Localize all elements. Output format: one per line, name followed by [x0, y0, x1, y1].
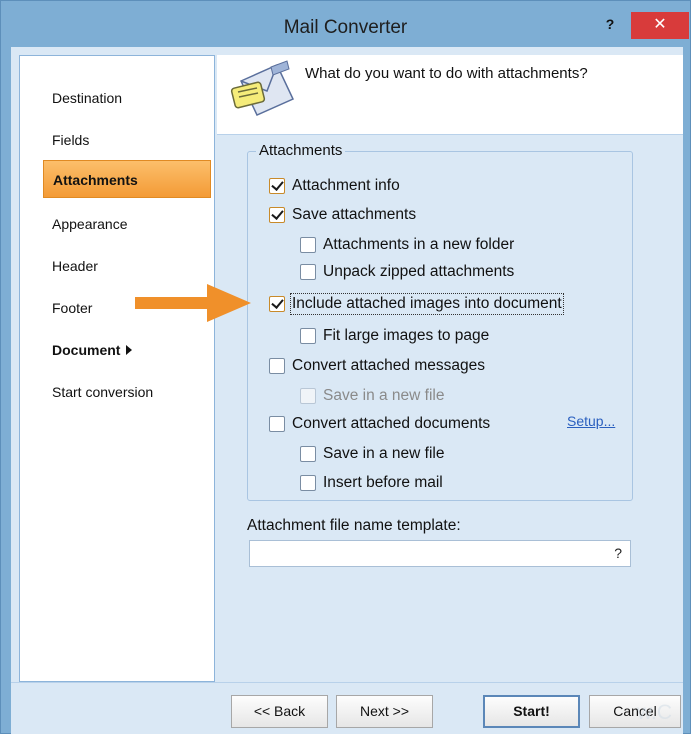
checkbox-label[interactable]: Attachments in a new folder: [323, 236, 514, 254]
sidebar: Destination Fields Attachments Appearanc…: [19, 55, 215, 682]
sidebar-item-label: Document: [52, 342, 121, 358]
checkbox-box: [300, 388, 316, 404]
checkbox-box[interactable]: [300, 237, 316, 253]
help-button[interactable]: ?: [597, 14, 623, 36]
page-header: What do you want to do with attachments?: [217, 55, 683, 135]
next-button[interactable]: Next >>: [336, 695, 433, 728]
checkbox-box[interactable]: [269, 358, 285, 374]
sidebar-item-label: Attachments: [53, 172, 138, 188]
insert-before-mail-checkbox[interactable]: Insert before mail: [300, 474, 443, 492]
checkbox-label[interactable]: Insert before mail: [323, 474, 443, 492]
checkbox-box[interactable]: [300, 264, 316, 280]
sidebar-item-document[interactable]: Document: [52, 342, 133, 358]
messages-save-new-file-checkbox: Save in a new file: [300, 387, 445, 405]
checkbox-label[interactable]: Convert attached documents: [292, 415, 490, 433]
checkbox-box[interactable]: [269, 416, 285, 432]
checkbox-label: Save in a new file: [323, 387, 445, 404]
checkbox-label[interactable]: Unpack zipped attachments: [323, 263, 514, 281]
checkbox-label[interactable]: Save in a new file: [323, 445, 445, 463]
save-attachments-checkbox[interactable]: Save attachments: [269, 206, 416, 224]
documents-save-new-file-checkbox[interactable]: Save in a new file: [300, 445, 445, 463]
sidebar-item-footer[interactable]: Footer: [52, 300, 92, 316]
checkbox-label[interactable]: Fit large images to page: [323, 327, 489, 345]
checkbox-box[interactable]: [300, 475, 316, 491]
unpack-zipped-checkbox[interactable]: Unpack zipped attachments: [300, 263, 514, 281]
template-input[interactable]: ?: [249, 540, 631, 567]
envelope-with-note-icon: [230, 60, 295, 116]
mail-converter-window: Mail Converter ? ✕ Destination Fields At…: [0, 0, 691, 734]
checkbox-label[interactable]: Save attachments: [292, 206, 416, 224]
checkbox-label[interactable]: Convert attached messages: [292, 357, 485, 375]
setup-link[interactable]: Setup...: [567, 413, 615, 429]
sidebar-item-fields[interactable]: Fields: [52, 132, 89, 148]
title-bar[interactable]: Mail Converter ? ✕: [1, 1, 690, 47]
sidebar-item-appearance[interactable]: Appearance: [52, 216, 128, 232]
attachments-new-folder-checkbox[interactable]: Attachments in a new folder: [300, 236, 514, 254]
close-button[interactable]: ✕: [631, 12, 689, 39]
checkbox-box[interactable]: [269, 296, 285, 312]
button-bar: << Back Next >> Start! Cancel: [11, 682, 683, 734]
attachment-info-checkbox[interactable]: Attachment info: [269, 177, 400, 195]
template-label: Attachment file name template:: [247, 517, 461, 534]
sidebar-item-destination[interactable]: Destination: [52, 90, 122, 106]
main-panel: What do you want to do with attachments?…: [217, 55, 683, 682]
checkbox-box[interactable]: [269, 178, 285, 194]
sidebar-item-start-conversion[interactable]: Start conversion: [52, 384, 153, 400]
include-images-checkbox[interactable]: Include attached images into document: [269, 293, 564, 315]
watermark: w.C: [637, 701, 673, 724]
convert-messages-checkbox[interactable]: Convert attached messages: [269, 357, 485, 375]
start-button[interactable]: Start!: [483, 695, 580, 728]
chevron-right-icon: [126, 345, 133, 355]
checkbox-label[interactable]: Include attached images into document: [290, 293, 564, 315]
sidebar-item-attachments[interactable]: Attachments: [43, 160, 211, 198]
orange-arrow-annotation: [135, 284, 251, 322]
dialog-client: Destination Fields Attachments Appearanc…: [11, 47, 683, 734]
template-help-button[interactable]: ?: [614, 545, 622, 561]
checkbox-label[interactable]: Attachment info: [292, 177, 400, 195]
convert-documents-checkbox[interactable]: Convert attached documents: [269, 415, 490, 433]
back-button[interactable]: << Back: [231, 695, 328, 728]
checkbox-box[interactable]: [300, 328, 316, 344]
page-question: What do you want to do with attachments?: [305, 65, 588, 82]
checkbox-box[interactable]: [300, 446, 316, 462]
fit-large-images-checkbox[interactable]: Fit large images to page: [300, 327, 489, 345]
checkbox-box[interactable]: [269, 207, 285, 223]
window-title: Mail Converter: [283, 17, 408, 38]
group-legend: Attachments: [256, 142, 346, 159]
sidebar-item-header[interactable]: Header: [52, 258, 98, 274]
